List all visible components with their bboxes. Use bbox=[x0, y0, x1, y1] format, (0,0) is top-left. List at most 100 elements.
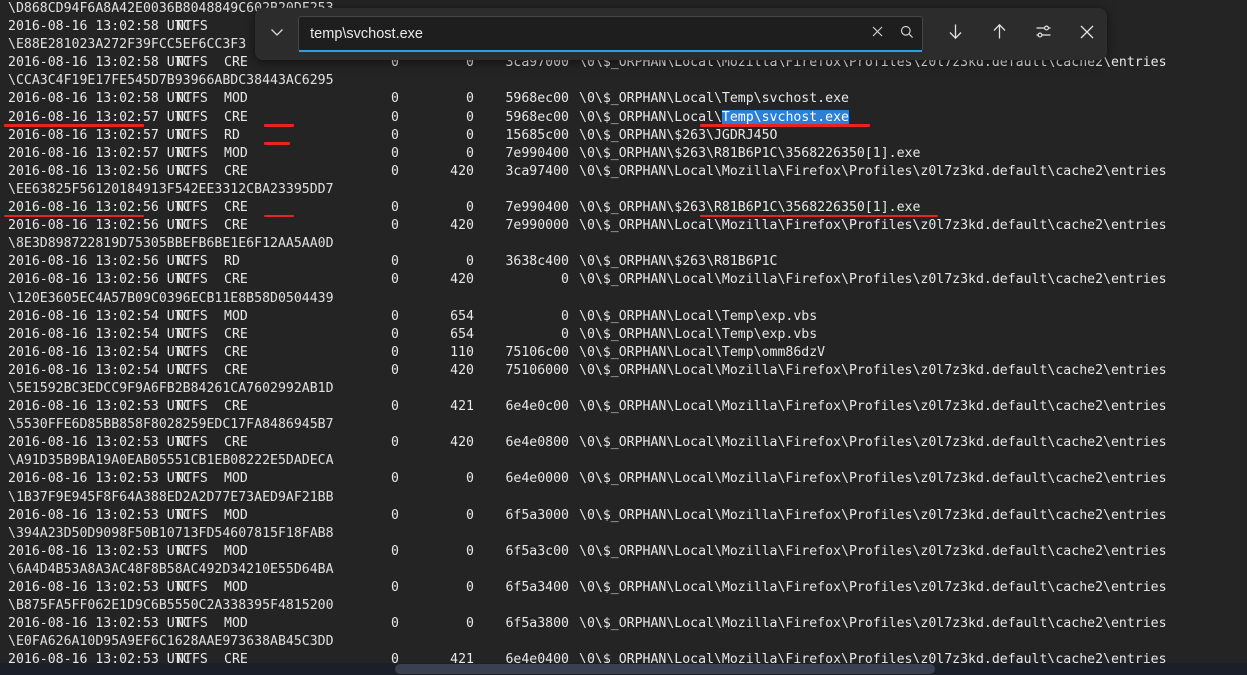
search-button[interactable] bbox=[892, 17, 922, 51]
log-row: 2016-08-16 13:02:56 UTCNTFS CRE 0 420 7e9900… bbox=[0, 217, 1247, 235]
cell-action: CRE bbox=[224, 362, 248, 378]
cell-offset: 75106000 bbox=[505, 362, 569, 378]
cell-path: \0\$_ORPHAN\Local\Mozilla\Firefox\Profil… bbox=[579, 163, 1167, 179]
cell-value-1: 0 bbox=[391, 308, 399, 324]
cell-timestamp: 2016-08-16 13:02:54 UTC bbox=[8, 326, 191, 342]
cell-timestamp: 2016-08-16 13:02:57 UTC bbox=[8, 127, 191, 143]
log-row: 2016-08-16 13:02:57 UTCNTFS RD 0 0 15685c00 \… bbox=[0, 127, 1247, 145]
cell-value-1: 0 bbox=[391, 254, 399, 270]
find-next-button[interactable] bbox=[935, 14, 975, 54]
cell-value-1: 0 bbox=[391, 109, 399, 125]
cell-timestamp: 2016-08-16 13:02:56 UTC bbox=[8, 163, 191, 179]
cell-offset: 7e990000 bbox=[505, 218, 569, 234]
cell-offset: 7e990400 bbox=[505, 200, 569, 216]
cell-path: \0\$_ORPHAN\Local\Mozilla\Firefox\Profil… bbox=[579, 272, 1167, 288]
sliders-icon bbox=[1033, 21, 1054, 47]
cell-timestamp: 2016-08-16 13:02:53 UTC bbox=[8, 580, 191, 595]
find-actions bbox=[935, 14, 1107, 54]
cell-timestamp: 2016-08-16 13:02:53 UTC bbox=[8, 507, 191, 523]
cell-source: NTFS bbox=[176, 19, 208, 35]
cell-action: MOD bbox=[224, 471, 248, 487]
cell-value-1: 0 bbox=[391, 145, 399, 161]
cell-value-2: 0 bbox=[466, 580, 474, 595]
cell-path: \0\$_ORPHAN\Local\Mozilla\Firefox\Profil… bbox=[579, 580, 1167, 595]
cell-offset: 6f5a3000 bbox=[505, 507, 569, 523]
cell-action: CRE bbox=[224, 435, 248, 451]
cell-source: NTFS bbox=[176, 55, 208, 71]
cell-value-1: 0 bbox=[391, 218, 399, 234]
cell-timestamp: 2016-08-16 13:02:56 UTC bbox=[8, 218, 191, 234]
cell-offset: 6f5a3800 bbox=[505, 616, 569, 632]
cell-value-2: 0 bbox=[466, 616, 474, 632]
hash-value: \6A4D4B53A8A3AC48F8B58AC492D34210E55D64B… bbox=[8, 561, 334, 577]
log-hash-line: \394A23D50D9098F50B10713FD54607815F18FAB… bbox=[0, 525, 1247, 543]
find-expand-toggle[interactable] bbox=[255, 8, 298, 60]
cell-value-2: 0 bbox=[466, 471, 474, 487]
log-row: 2016-08-16 13:02:54 UTCNTFS CRE 0 420 751060… bbox=[0, 362, 1247, 380]
log-row: 2016-08-16 13:02:56 UTCNTFS CRE 0 0 7e990400… bbox=[0, 199, 1247, 218]
log-hash-line: \A91D35B9BA19A0EAB05551CB1EB08222E5DADEC… bbox=[0, 452, 1247, 470]
cell-path: \0\$_ORPHAN\Local\Mozilla\Firefox\Profil… bbox=[579, 471, 1167, 487]
cell-source: NTFS bbox=[176, 616, 208, 632]
cell-action: CRE bbox=[224, 652, 248, 663]
cell-value-1: 0 bbox=[391, 163, 399, 179]
cell-timestamp: 2016-08-16 13:02:58 UTC bbox=[8, 91, 191, 107]
cell-value-1: 0 bbox=[391, 362, 399, 378]
close-find-bar-button[interactable] bbox=[1067, 14, 1107, 54]
log-row: 2016-08-16 13:02:56 UTCNTFS CRE 0 420 0 \0\$_… bbox=[0, 271, 1247, 289]
hash-value: \5530FFE6D85BB858F8028259EDC17FA8486945B… bbox=[8, 417, 334, 433]
cell-path: \0\$_ORPHAN\Local\Mozilla\Firefox\Profil… bbox=[579, 616, 1167, 632]
log-row: 2016-08-16 13:02:53 UTCNTFS CRE 0 421 6e4e0c… bbox=[0, 398, 1247, 416]
log-row: 2016-08-16 13:02:54 UTCNTFS CRE 0 654 0 \0\$_… bbox=[0, 326, 1247, 344]
horizontal-scrollbar-thumb[interactable] bbox=[395, 664, 935, 674]
cell-value-2: 421 bbox=[450, 652, 474, 663]
cell-action: MOD bbox=[224, 543, 248, 559]
cell-action: CRE bbox=[224, 344, 248, 360]
log-hash-line: \5E1592BC3EDCC9F9A6FB2B84261CA7602992AB1… bbox=[0, 380, 1247, 398]
cell-value-2: 0 bbox=[466, 91, 474, 107]
search-icon bbox=[899, 24, 915, 45]
cell-path: \0\$_ORPHAN\Local\Mozilla\Firefox\Profil… bbox=[579, 543, 1167, 559]
cell-value-2: 420 bbox=[450, 163, 474, 179]
find-previous-button[interactable] bbox=[979, 14, 1019, 54]
cell-source: NTFS bbox=[176, 362, 208, 378]
log-row: 2016-08-16 13:02:53 UTCNTFS MOD 0 0 6f5a3000… bbox=[0, 507, 1247, 525]
hash-value: \8E3D898722819D75305BBEFB6BE1E6F12AA5AA0… bbox=[8, 236, 334, 252]
hash-value: \5E1592BC3EDCC9F9A6FB2B84261CA7602992AB1… bbox=[8, 380, 334, 396]
cell-value-1: 0 bbox=[391, 127, 399, 143]
cell-source: NTFS bbox=[176, 543, 208, 559]
log-row: 2016-08-16 13:02:53 UTCNTFS CRE 0 420 6e4e08… bbox=[0, 434, 1247, 452]
cell-offset: 6e4e0400 bbox=[505, 652, 569, 663]
log-row: 2016-08-16 13:02:53 UTCNTFS MOD 0 0 6f5a3400… bbox=[0, 579, 1247, 597]
cell-path: \0\$_ORPHAN\Local\Mozilla\Firefox\Profil… bbox=[579, 362, 1167, 378]
arrow-up-icon bbox=[989, 21, 1010, 47]
cell-source: NTFS bbox=[176, 91, 208, 107]
log-hash-line: \1B37F9E945F8F64A388ED2A2D77E73AED9AF21B… bbox=[0, 489, 1247, 507]
cell-value-1: 0 bbox=[391, 471, 399, 487]
log-output-pane[interactable]: \D868CD94F6A8A42E0036B8048849C602B20DF25… bbox=[0, 0, 1247, 663]
find-options-button[interactable] bbox=[1023, 14, 1063, 54]
log-hash-line: \CCA3C4F19E17FE545D7B93966ABDC38443AC629… bbox=[0, 72, 1247, 90]
cell-action: CRE bbox=[224, 399, 248, 415]
cell-value-1: 0 bbox=[391, 91, 399, 107]
log-row: 2016-08-16 13:02:53 UTCNTFS MOD 0 0 6f5a3800… bbox=[0, 615, 1247, 633]
cell-path: \0\$_ORPHAN\Local\Temp\omm86dzV bbox=[579, 344, 826, 360]
cell-value-2: 0 bbox=[466, 543, 474, 559]
cell-path: \0\$_ORPHAN\Local\Mozilla\Firefox\Profil… bbox=[579, 652, 1167, 663]
cell-source: NTFS bbox=[176, 507, 208, 523]
log-hash-line: \B875FA5FF062E1D9C6B5550C2A338395F481520… bbox=[0, 597, 1247, 615]
clear-search-button[interactable] bbox=[862, 17, 892, 51]
cell-path: \0\$_ORPHAN\Local\Mozilla\Firefox\Profil… bbox=[579, 399, 1167, 415]
log-hash-line: \120E3605EC4A57B09C0396ECB11E8B58D050443… bbox=[0, 290, 1247, 308]
cell-timestamp: 2016-08-16 13:02:57 UTC bbox=[8, 145, 191, 161]
cell-source: NTFS bbox=[176, 218, 208, 234]
cell-offset: 6e4e0000 bbox=[505, 471, 569, 487]
log-hash-line: \5530FFE6D85BB858F8028259EDC17FA8486945B… bbox=[0, 416, 1247, 434]
find-input-container[interactable] bbox=[298, 16, 923, 52]
horizontal-scrollbar[interactable] bbox=[0, 663, 1247, 675]
log-row: 2016-08-16 13:02:57 UTCNTFS MOD 0 0 7e990400… bbox=[0, 145, 1247, 163]
cell-source: NTFS bbox=[176, 145, 208, 161]
cell-action: MOD bbox=[224, 507, 248, 523]
find-input[interactable] bbox=[299, 26, 862, 42]
cell-source: NTFS bbox=[176, 326, 208, 342]
